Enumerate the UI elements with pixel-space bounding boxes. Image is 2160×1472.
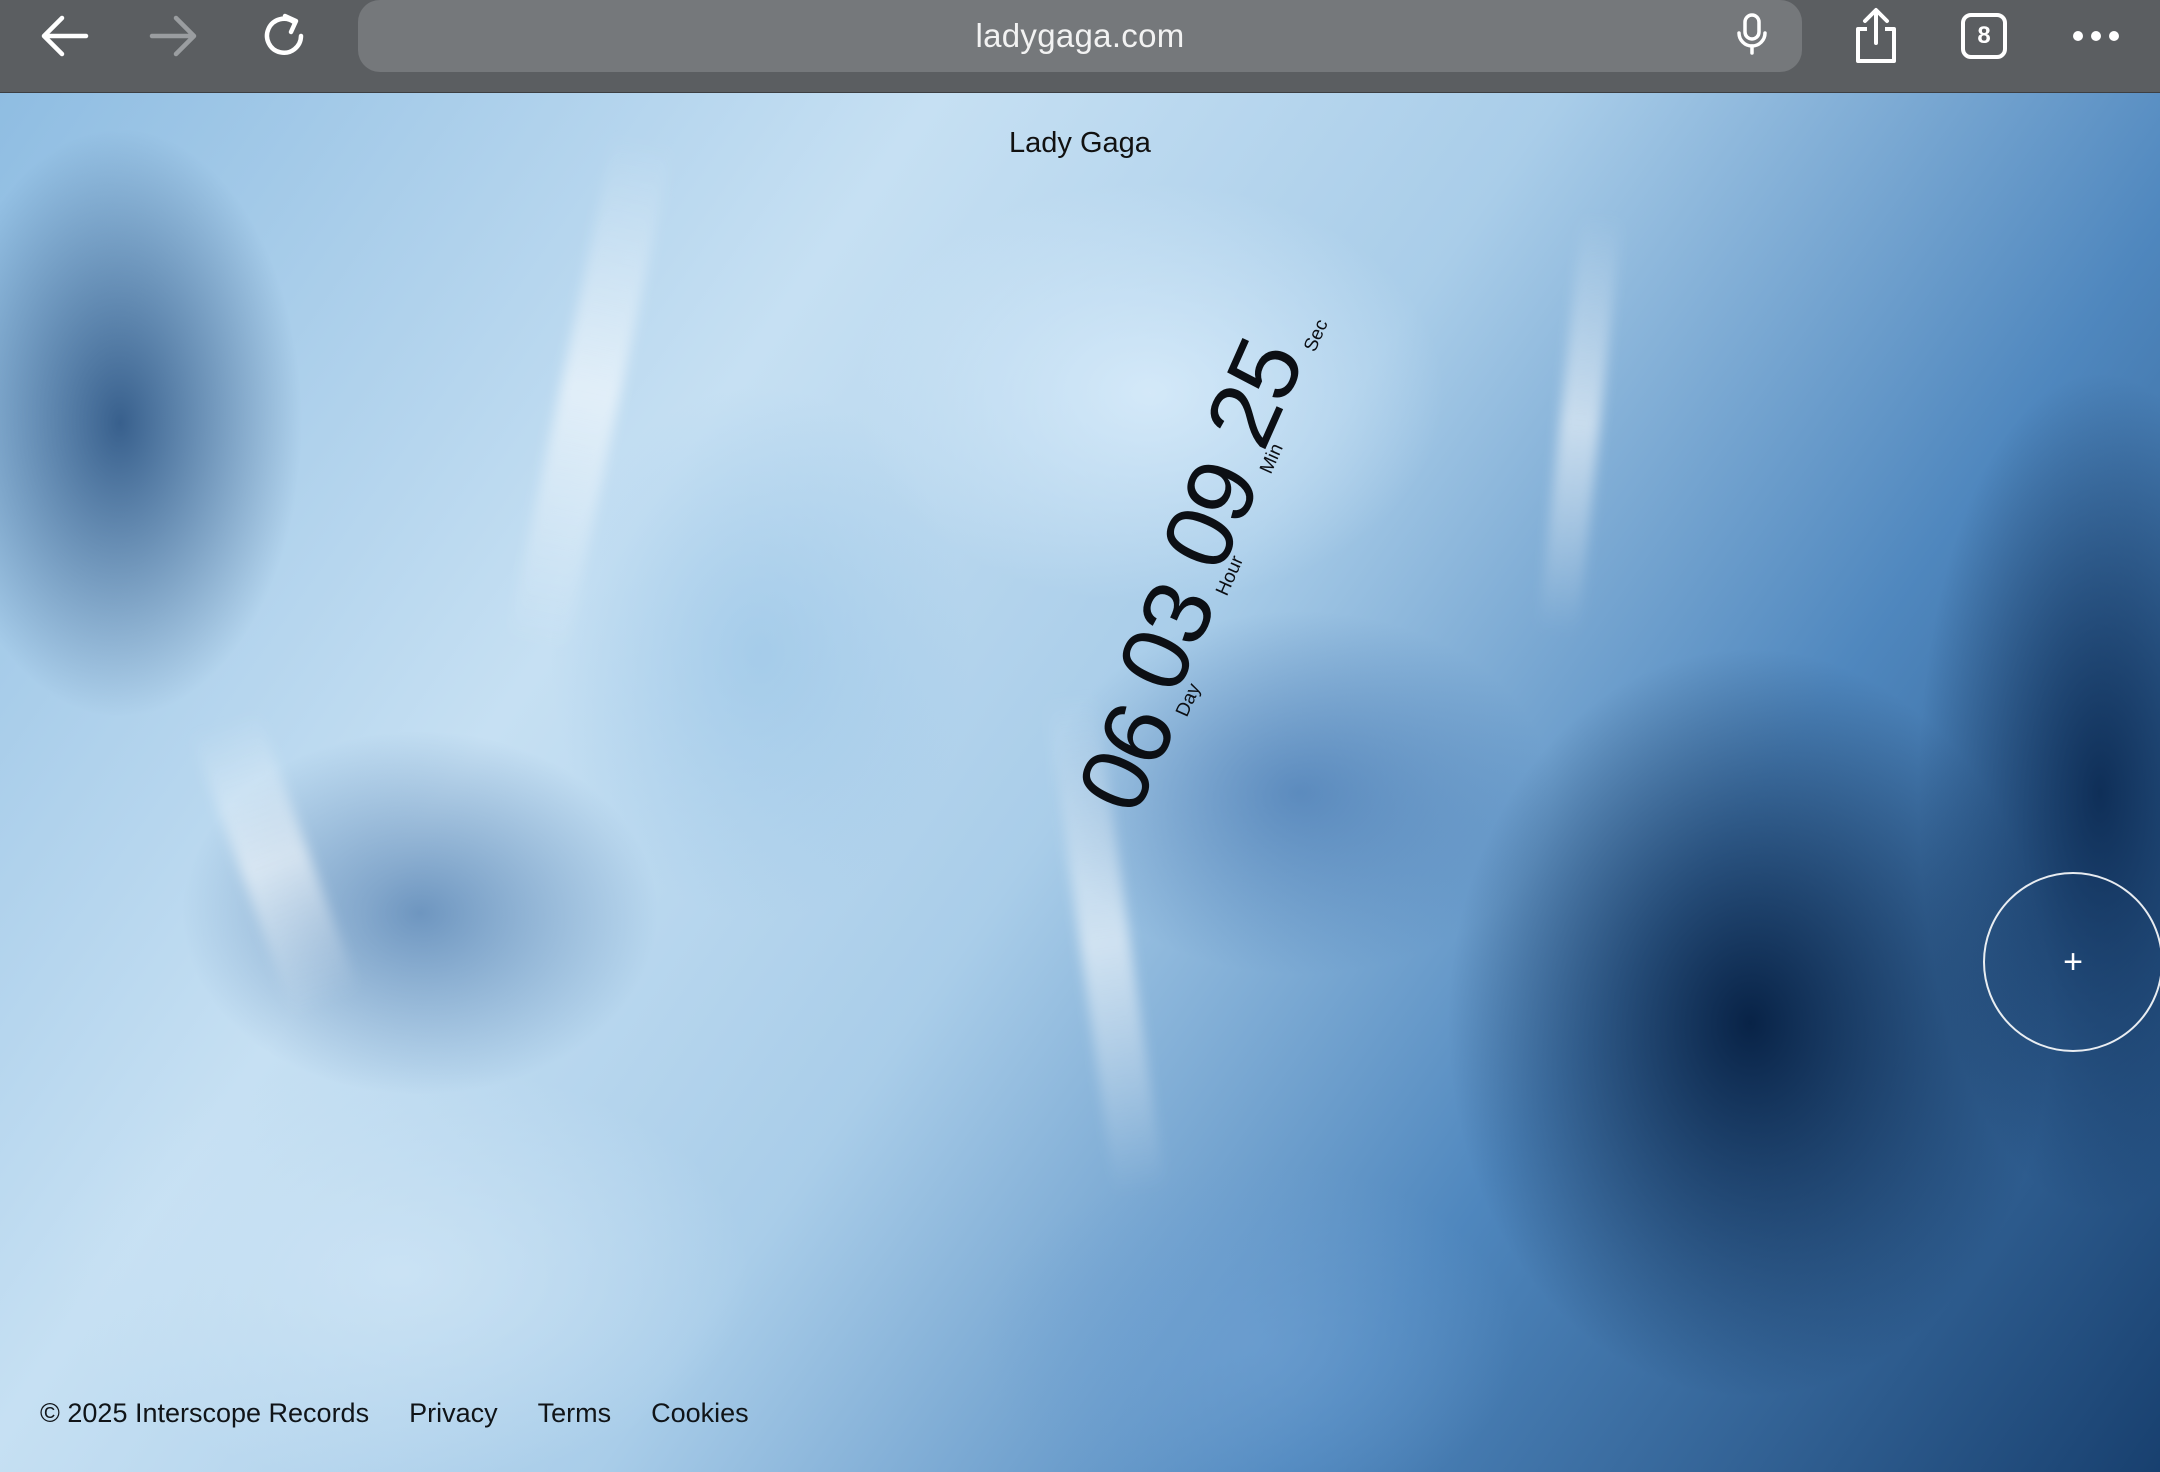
reload-icon [258,10,310,62]
arrow-right-icon [148,14,200,58]
plus-icon: + [2063,943,2083,981]
url-text: ladygaga.com [975,17,1185,54]
share-icon [1852,7,1900,65]
countdown-seconds-value: 25 [1184,324,1325,463]
page-content: Lady Gaga 06 Day 03 Hour 09 Min 25 Sec +… [0,93,2160,1472]
footer-link-privacy[interactable]: Privacy [409,1398,498,1429]
reload-button[interactable] [248,0,320,72]
tab-count-badge: 8 [1961,13,2007,59]
countdown-minutes-label: Min [1256,440,1288,477]
tabs-button[interactable]: 8 [1948,0,2020,72]
microphone-icon [1735,12,1769,61]
site-title-link[interactable]: Lady Gaga [0,127,2160,160]
countdown-days-label: Day [1172,680,1206,720]
share-button[interactable] [1840,0,1912,72]
countdown-seconds: 25 Sec [1184,288,1337,463]
countdown-hours: 03 Hour [1096,524,1252,707]
more-button[interactable] [2060,0,2132,72]
forward-button[interactable] [138,0,210,72]
footer: © 2025 Interscope Records Privacy Terms … [40,1398,749,1429]
background-streak [1045,691,1165,1195]
countdown-minutes: 09 Min [1140,412,1292,585]
ellipsis-icon [2072,30,2120,42]
custom-cursor: + [1983,872,2160,1052]
countdown-hours-value: 03 [1096,568,1237,707]
countdown-hours-label: Hour [1212,552,1249,599]
browser-toolbar: ladygaga.com 8 [0,0,2160,93]
footer-link-terms[interactable]: Terms [538,1398,612,1429]
background-streak [190,710,360,1016]
background-streak [1538,212,1622,634]
address-bar[interactable]: ladygaga.com [358,0,1802,72]
back-button[interactable] [28,0,100,72]
arrow-left-icon [38,14,90,58]
footer-link-cookies[interactable]: Cookies [651,1398,749,1429]
copyright-text: © 2025 Interscope Records [40,1398,370,1428]
voice-search-button[interactable] [1722,0,1782,72]
countdown-minutes-value: 09 [1140,446,1281,585]
background-streak [506,132,674,654]
countdown-seconds-label: Sec [1300,316,1333,355]
